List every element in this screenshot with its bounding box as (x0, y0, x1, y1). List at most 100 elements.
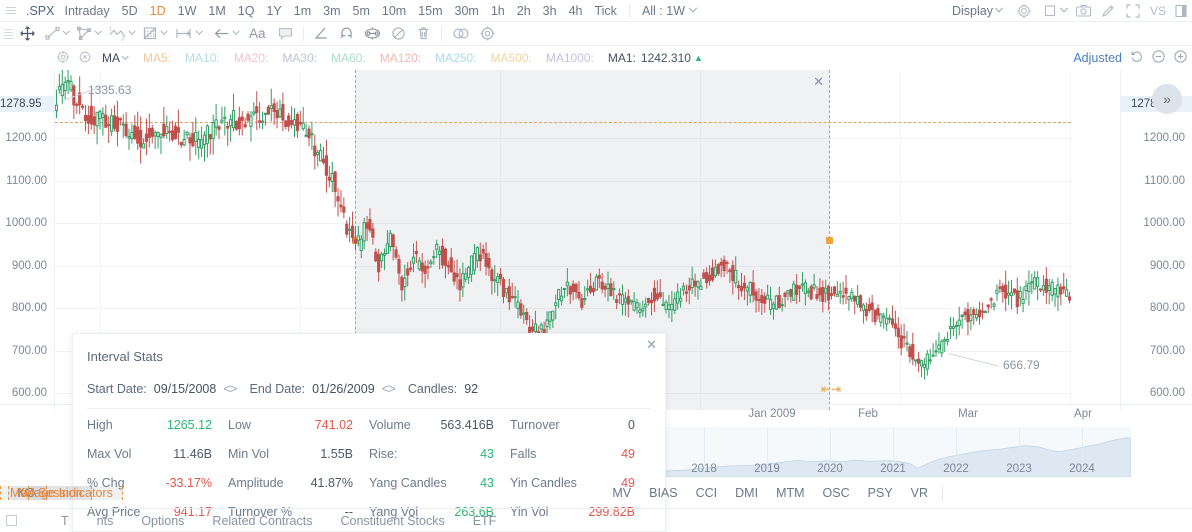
expand-panel-button[interactable]: » (1152, 84, 1182, 114)
link-icon[interactable] (447, 24, 475, 44)
indicator-psy[interactable]: PSY (859, 486, 902, 500)
chevron-down-icon[interactable] (128, 27, 136, 35)
gear-icon[interactable] (1016, 3, 1032, 19)
bottom-tab[interactable]: Constituent Stocks (326, 514, 458, 528)
period-15m[interactable]: 15m (412, 4, 448, 18)
magnet-icon[interactable] (334, 24, 359, 44)
comment-icon[interactable] (273, 24, 298, 44)
period-1m[interactable]: 1M (202, 4, 231, 18)
panel-icon[interactable] (1173, 3, 1189, 19)
ma-legend-ma120[interactable]: MA120: (380, 51, 421, 65)
all-period-selector[interactable]: All : 1W (636, 3, 702, 18)
indicator-close-icon[interactable] (78, 50, 94, 66)
indicator-osc[interactable]: OSC (814, 486, 859, 500)
selection-handle-left[interactable] (352, 237, 359, 244)
bottom-tab[interactable]: nts (83, 514, 128, 528)
angle-icon[interactable] (309, 24, 334, 44)
period-10m[interactable]: 10m (376, 4, 412, 18)
period-1q[interactable]: 1Q (232, 4, 261, 18)
select-checkbox[interactable] (6, 515, 17, 526)
period-intraday[interactable]: Intraday (59, 4, 116, 18)
period-1y[interactable]: 1Y (260, 4, 287, 18)
indicator-mtm[interactable]: MTM (767, 486, 813, 500)
settings-icon[interactable] (475, 24, 500, 44)
period-3h[interactable]: 3h (537, 4, 563, 18)
hide-icon[interactable] (386, 24, 411, 44)
period-5m[interactable]: 5m (347, 4, 376, 18)
period-1m[interactable]: 1m (288, 4, 317, 18)
range-navigator[interactable]: 2018 2019 2020 2021 2022 2023 2024 (666, 427, 1131, 477)
ma-legend-ma500[interactable]: MA500: (490, 51, 531, 65)
ma-legend-ma1000[interactable]: MA1000: (546, 51, 594, 65)
period-30m[interactable]: 30m (449, 4, 485, 18)
session-button[interactable]: Session (28, 486, 93, 500)
period-4h[interactable]: 4h (563, 4, 589, 18)
left-price-tick: 1278.95 (0, 96, 54, 113)
zoom-in-icon[interactable] (1173, 49, 1188, 67)
indicator-dmi[interactable]: DMI (726, 486, 767, 500)
selection-drag-arrows[interactable]: ⇤⇥ (821, 382, 841, 396)
chevron-down-icon[interactable] (121, 52, 129, 60)
drag-grip-icon[interactable] (3, 27, 15, 41)
indicator-vr[interactable]: VR (902, 486, 937, 500)
period-1w[interactable]: 1W (172, 4, 203, 18)
ma-legend-ma10[interactable]: MA10: (185, 51, 220, 65)
bottom-tab[interactable]: Related Contracts (198, 514, 326, 528)
period-1h[interactable]: 1h (485, 4, 511, 18)
chevron-down-icon[interactable] (1059, 3, 1069, 12)
trash-icon[interactable] (411, 24, 436, 44)
text-icon[interactable]: Aa (242, 24, 273, 44)
indicator-bias[interactable]: BIAS (640, 486, 687, 500)
ma-legend-ma60[interactable]: MA60: (331, 51, 366, 65)
lock-shape-icon[interactable] (359, 24, 386, 44)
display-menu[interactable]: Display (945, 3, 1009, 18)
price-axis-right[interactable]: 1278.95 1200.00 1100.00 1000.00 900.00 800.00… (1120, 70, 1192, 410)
selection-handle-right[interactable] (826, 237, 833, 244)
indicator-cci[interactable]: CCI (687, 486, 727, 500)
layout-icon[interactable] (1043, 3, 1059, 19)
chevron-down-icon[interactable] (195, 27, 203, 35)
chevron-down-icon[interactable] (160, 27, 168, 35)
indicator-mv[interactable]: MV (603, 486, 640, 500)
symbol-label[interactable]: .SPX (26, 4, 55, 18)
chevron-down-icon[interactable] (62, 27, 70, 35)
ma-legend-ma30[interactable]: MA30: (282, 51, 317, 65)
drag-grip-icon[interactable] (4, 4, 18, 18)
period-5d[interactable]: 5D (116, 4, 144, 18)
end-date-stepper[interactable]: <> (382, 381, 396, 396)
interval-date-range: Start Date: 09/15/2008 <> End Date: 01/2… (87, 381, 651, 396)
period-tick[interactable]: Tick (588, 4, 622, 18)
close-icon[interactable]: ✕ (646, 338, 657, 351)
period-2h[interactable]: 2h (511, 4, 537, 18)
camera-icon[interactable] (1075, 3, 1092, 19)
period-3m[interactable]: 3m (317, 4, 346, 18)
vs-icon[interactable]: VS (1148, 3, 1168, 19)
reset-icon[interactable] (1129, 49, 1144, 67)
arrow-left-icon[interactable] (209, 24, 242, 44)
svg-text:1: 1 (109, 27, 112, 33)
price-axis-left[interactable]: 1278.95 1200.00 1100.00 1000.00 900.00 800.00… (0, 70, 55, 410)
cursor-move-icon[interactable] (15, 24, 40, 44)
measure-icon[interactable] (170, 24, 205, 44)
adjusted-label[interactable]: Adjusted (1073, 51, 1122, 65)
bottom-tab[interactable]: T (47, 514, 83, 528)
bottom-tab[interactable]: Options (127, 514, 198, 528)
fib-box-icon[interactable] (138, 24, 170, 44)
indicator-settings-icon[interactable] (56, 50, 72, 66)
ma-legend-ma20[interactable]: MA20: (234, 51, 269, 65)
pencil-icon[interactable] (1100, 3, 1116, 19)
ma-indicator-name[interactable]: MA (102, 51, 120, 65)
zoom-out-icon[interactable] (1151, 49, 1166, 67)
close-selection-icon[interactable]: ✕ (813, 75, 824, 88)
fullscreen-icon[interactable] (1125, 3, 1141, 19)
start-date-stepper[interactable]: <> (223, 381, 237, 396)
chevron-down-icon[interactable] (94, 27, 102, 35)
wave-icon[interactable]: 1 3 (104, 24, 138, 44)
bottom-tab[interactable]: ETF (459, 514, 511, 528)
trend-line-icon[interactable] (40, 24, 72, 44)
ma-legend-ma250[interactable]: MA250: (435, 51, 476, 65)
polygon-icon[interactable] (72, 24, 104, 44)
ma-legend-ma5[interactable]: MA5: (143, 51, 171, 65)
chevron-down-icon[interactable] (232, 27, 240, 35)
period-1d[interactable]: 1D (144, 4, 172, 18)
